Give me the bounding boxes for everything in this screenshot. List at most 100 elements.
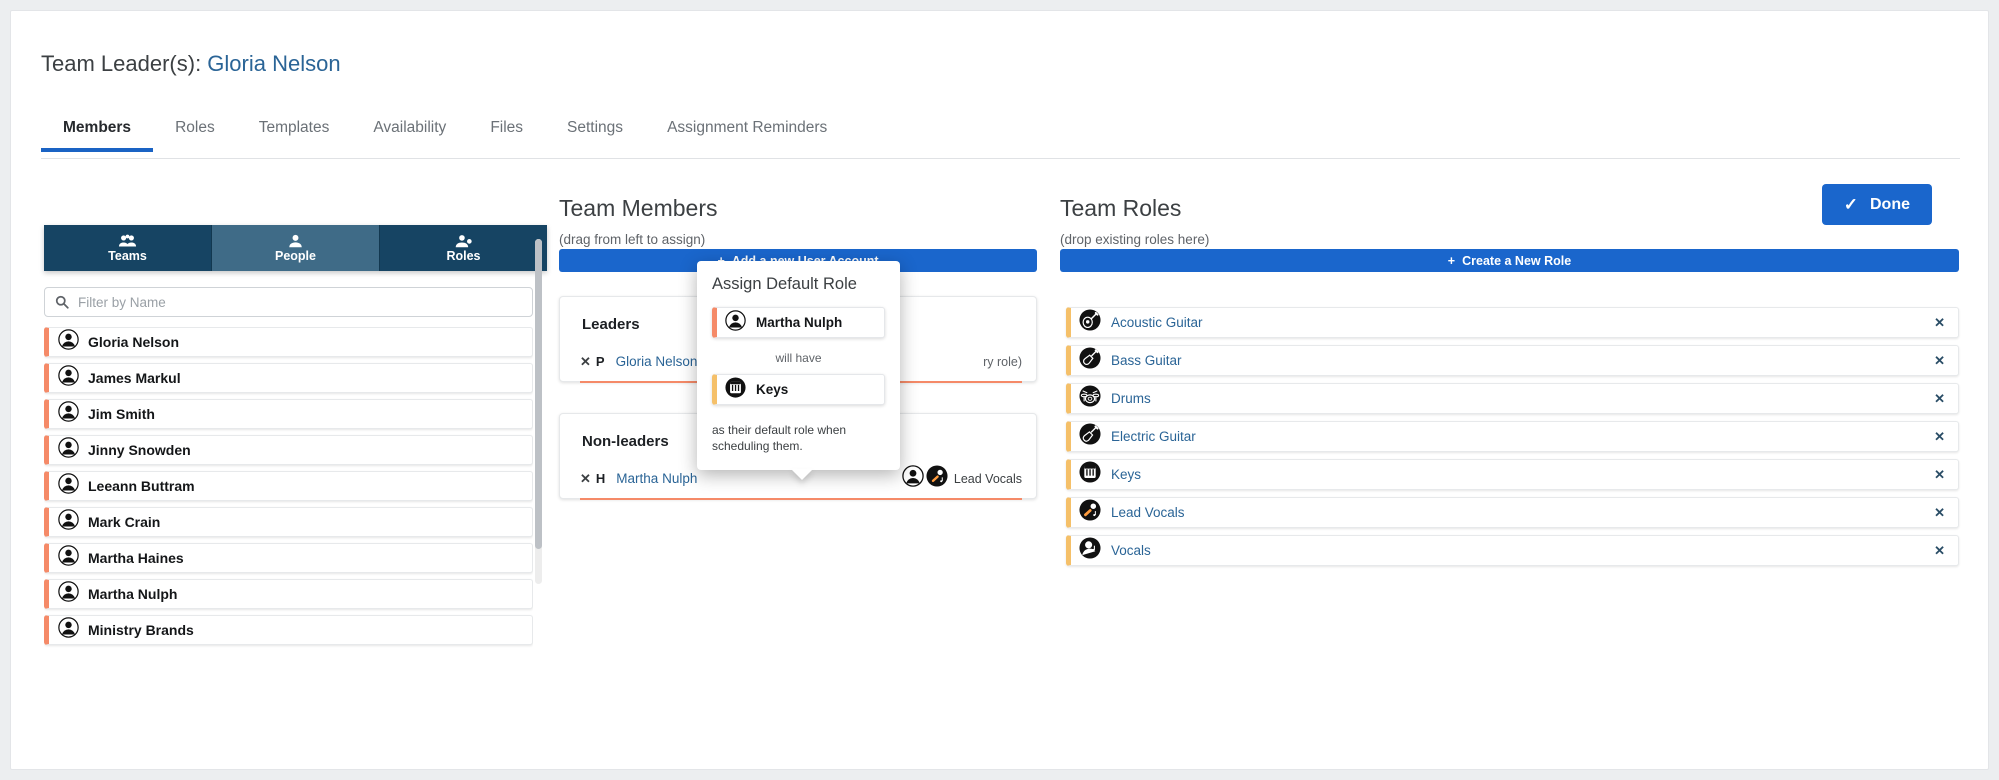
lead-vocals-icon (1079, 499, 1101, 526)
team-members-subtitle: (drag from left to assign) (559, 232, 705, 247)
people-list-scrollbar[interactable] (535, 239, 542, 584)
popup-tail (791, 469, 813, 480)
avatar (58, 509, 79, 535)
remove-role-icon[interactable]: ✕ (1934, 391, 1945, 407)
remove-role-icon[interactable]: ✕ (1934, 543, 1945, 559)
list-item[interactable]: Gloria Nelson (44, 327, 533, 357)
avatar (58, 473, 79, 499)
popup-title: Assign Default Role (712, 275, 885, 294)
segment-roles[interactable]: Roles (380, 225, 547, 271)
segment-people-label: People (275, 249, 316, 263)
assigned-role-tag[interactable]: Lead Vocals (902, 465, 1022, 492)
list-item[interactable]: Jinny Snowden (44, 435, 533, 465)
list-item[interactable]: Leeann Buttram (44, 471, 533, 501)
team-roles-heading: Team Roles (1060, 195, 1181, 222)
tab-files[interactable]: Files (468, 119, 545, 151)
tab-availability[interactable]: Availability (351, 119, 468, 151)
scrollbar-thumb[interactable] (535, 239, 542, 549)
list-item[interactable]: Jim Smith (44, 399, 533, 429)
create-new-role-label: Create a New Role (1462, 254, 1571, 268)
assigned-person-name[interactable]: Martha Nulph (616, 471, 697, 486)
role-item[interactable]: Acoustic Guitar ✕ (1066, 307, 1959, 338)
person-name: Mark Crain (88, 514, 160, 530)
avatar (58, 437, 79, 463)
done-button[interactable]: ✓ Done (1822, 184, 1932, 225)
people-list[interactable]: Gloria Nelson James Markul Jim Smith Jin… (44, 327, 533, 765)
team-roles-subtitle: (drop existing roles here) (1060, 232, 1209, 247)
row-underline (580, 498, 1022, 500)
drums-icon (1079, 385, 1101, 412)
assignment-hint: ry role) (983, 355, 1022, 369)
acoustic-guitar-icon (1079, 309, 1101, 336)
tab-roles[interactable]: Roles (153, 119, 237, 151)
list-item[interactable]: James Markul (44, 363, 533, 393)
role-name: Vocals (1111, 543, 1934, 558)
role-item[interactable]: Bass Guitar ✕ (1066, 345, 1959, 376)
remove-role-icon[interactable]: ✕ (1934, 429, 1945, 445)
avatar (58, 617, 79, 643)
segment-teams[interactable]: Teams (44, 225, 212, 271)
app-window: Team Leader(s): Gloria Nelson Members Ro… (10, 10, 1989, 770)
person-name: Leeann Buttram (88, 478, 195, 494)
team-roles-list[interactable]: Acoustic Guitar ✕ Bass Guitar ✕ (1066, 307, 1959, 573)
team-leader-link[interactable]: Gloria Nelson (207, 51, 340, 76)
check-icon: ✓ (1844, 195, 1858, 215)
assignment-flag[interactable]: H (596, 471, 605, 486)
tab-bar: Members Roles Templates Availability Fil… (41, 119, 1960, 159)
role-name: Electric Guitar (1111, 429, 1934, 444)
people-group-icon (118, 234, 137, 248)
keys-icon (1079, 461, 1101, 488)
done-button-label: Done (1870, 196, 1910, 214)
keys-icon (725, 377, 746, 403)
person-tag-icon (454, 234, 473, 248)
role-item[interactable]: Drums ✕ (1066, 383, 1959, 414)
tab-settings[interactable]: Settings (545, 119, 645, 151)
avatar (725, 310, 746, 336)
list-item[interactable]: Mark Crain (44, 507, 533, 537)
assignment-flag[interactable]: P (596, 354, 605, 369)
assigned-role-label: Lead Vocals (954, 472, 1022, 486)
vocals-icon (1079, 537, 1101, 564)
person-name: Jinny Snowden (88, 442, 191, 458)
lead-vocals-icon (926, 465, 948, 492)
filter-field-wrapper (44, 287, 533, 317)
filter-by-name-input[interactable] (44, 287, 533, 317)
remove-role-icon[interactable]: ✕ (1934, 505, 1945, 521)
list-item[interactable]: Martha Haines (44, 543, 533, 573)
remove-assignment-icon[interactable]: ✕ (580, 471, 591, 487)
tab-templates[interactable]: Templates (237, 119, 352, 151)
create-new-role-button[interactable]: + Create a New Role (1060, 249, 1959, 272)
role-name: Acoustic Guitar (1111, 315, 1934, 330)
remove-assignment-icon[interactable]: ✕ (580, 354, 591, 370)
person-name: Jim Smith (88, 406, 155, 422)
source-segmented-control: Teams People (44, 225, 547, 271)
page-title-prefix: Team Leader(s): (41, 51, 207, 76)
tab-members[interactable]: Members (41, 119, 153, 151)
electric-guitar-icon (1079, 423, 1101, 450)
segment-roles-label: Roles (446, 249, 480, 263)
role-item[interactable]: Keys ✕ (1066, 459, 1959, 490)
list-item[interactable]: Martha Nulph (44, 579, 533, 609)
popup-person-chip[interactable]: Martha Nulph (712, 307, 885, 338)
popup-person-name: Martha Nulph (756, 315, 842, 330)
popup-footnote: as their default role when scheduling th… (712, 422, 885, 454)
role-item[interactable]: Lead Vocals ✕ (1066, 497, 1959, 528)
person-name: Martha Nulph (88, 586, 177, 602)
popup-connector-text: will have (712, 351, 885, 365)
role-item[interactable]: Electric Guitar ✕ (1066, 421, 1959, 452)
team-members-heading: Team Members (559, 195, 717, 222)
popup-role-chip[interactable]: Keys (712, 374, 885, 405)
list-item[interactable]: Ministry Brands (44, 615, 533, 645)
plus-icon: + (1448, 254, 1455, 268)
remove-role-icon[interactable]: ✕ (1934, 353, 1945, 369)
segment-people[interactable]: People (212, 225, 380, 271)
assigned-person-name[interactable]: Gloria Nelson (616, 354, 698, 369)
remove-role-icon[interactable]: ✕ (1934, 467, 1945, 483)
role-name: Bass Guitar (1111, 353, 1934, 368)
role-name: Keys (1111, 467, 1934, 482)
role-item[interactable]: Vocals ✕ (1066, 535, 1959, 566)
popup-role-name: Keys (756, 382, 788, 397)
bass-guitar-icon (1079, 347, 1101, 374)
tab-assignment-reminders[interactable]: Assignment Reminders (645, 119, 849, 151)
remove-role-icon[interactable]: ✕ (1934, 315, 1945, 331)
